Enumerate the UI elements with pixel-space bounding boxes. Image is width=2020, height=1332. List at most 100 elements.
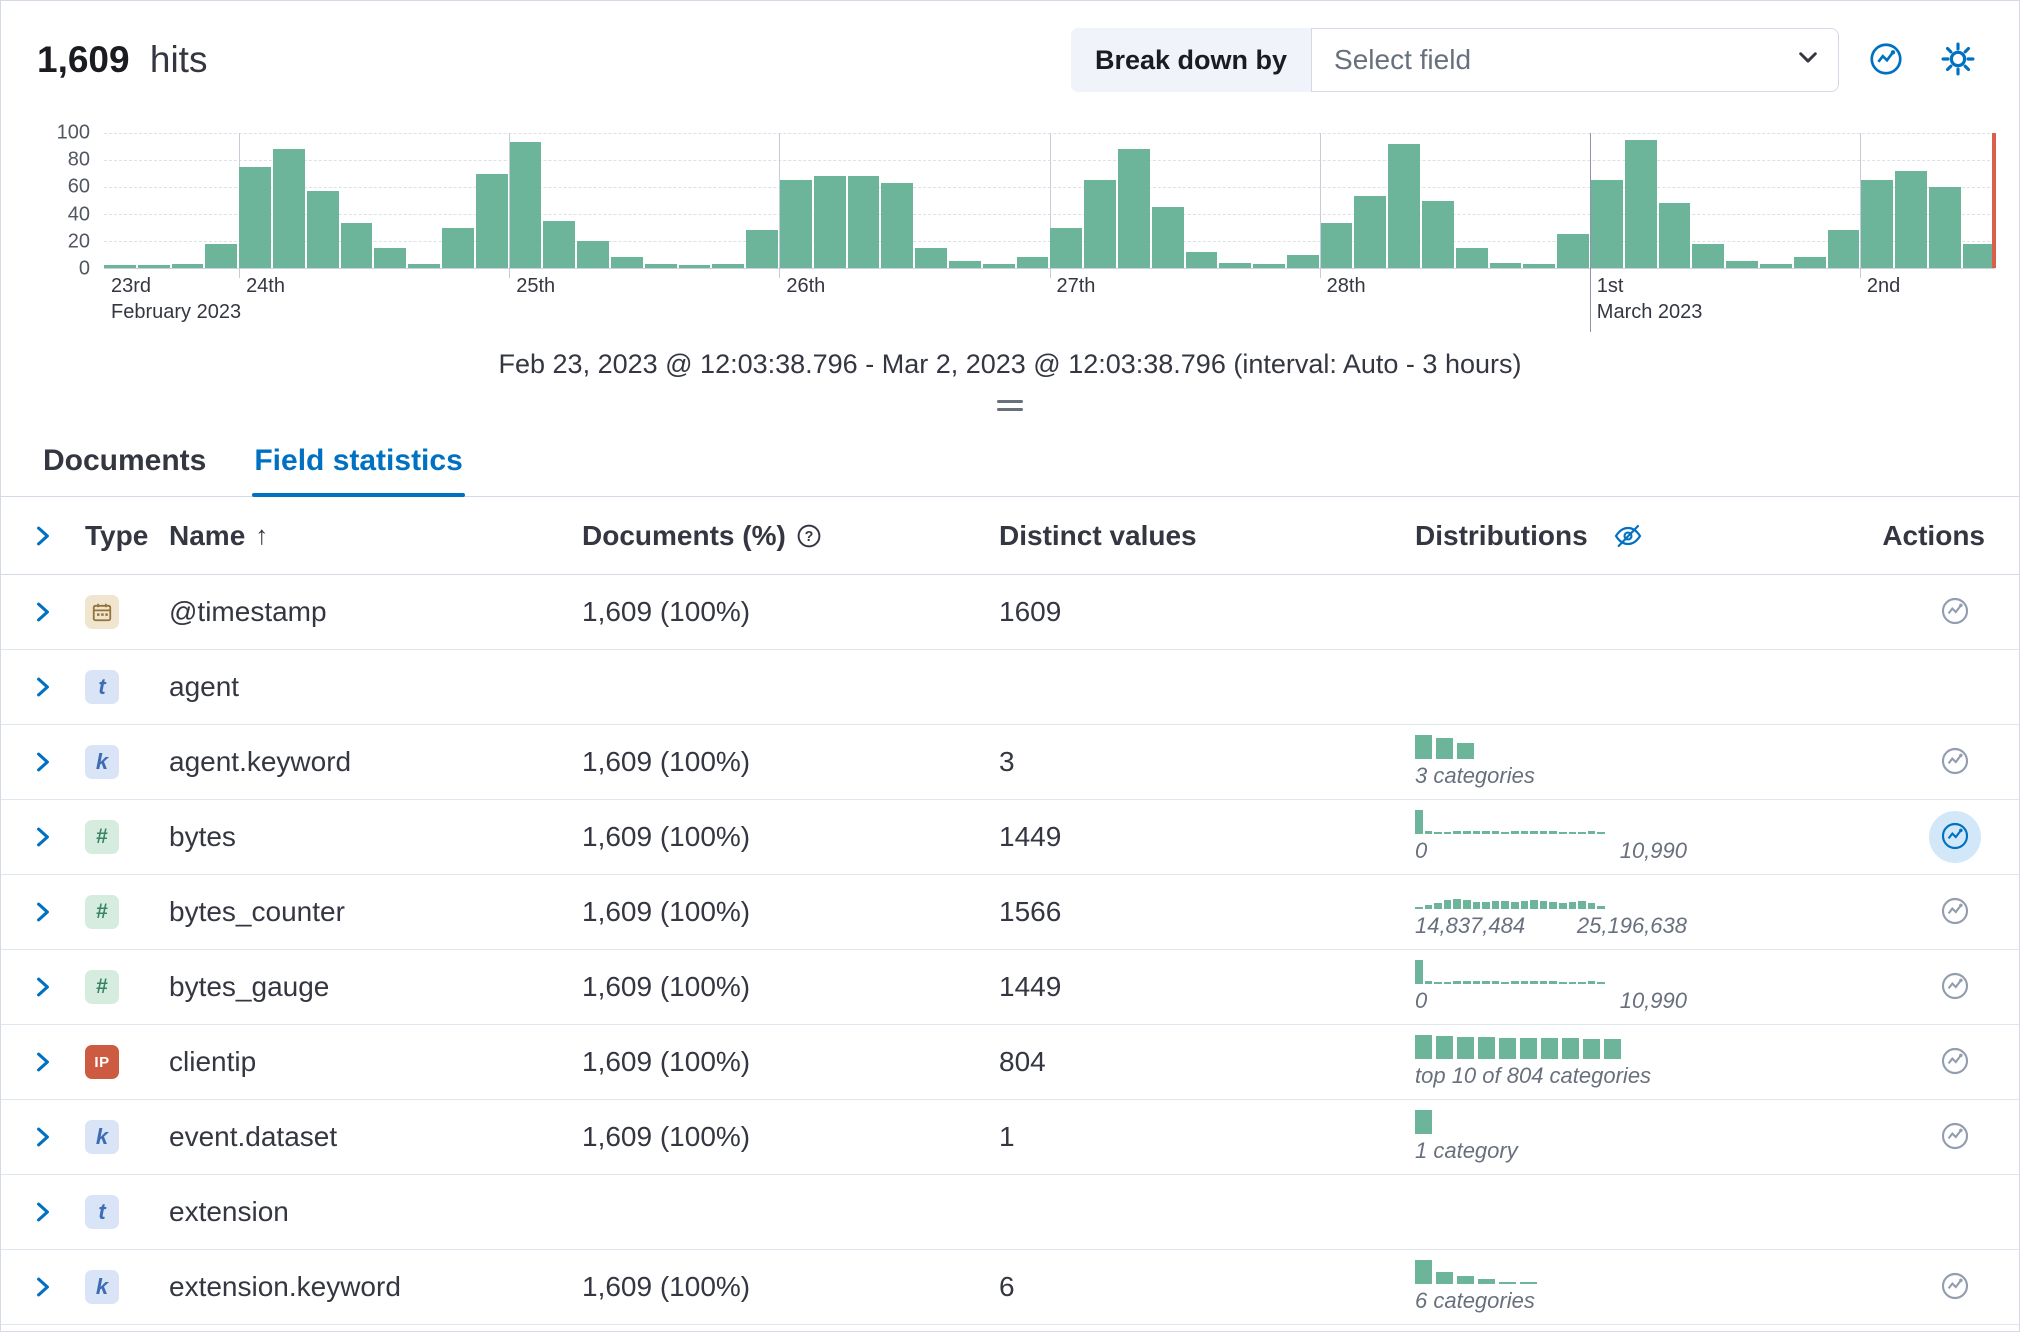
distinct-value: 1449 xyxy=(999,821,1415,853)
histogram-bar[interactable] xyxy=(442,228,474,269)
field-visualize-button[interactable] xyxy=(1929,886,1981,938)
histogram-bar[interactable] xyxy=(1219,263,1251,268)
distribution-category-label: 6 categories xyxy=(1415,1288,1873,1314)
row-expand-chevron[interactable] xyxy=(29,823,85,851)
distribution-bar xyxy=(1425,905,1433,909)
histogram-bar[interactable] xyxy=(1625,140,1657,268)
hits-label: hits xyxy=(150,39,208,80)
histogram-bar[interactable] xyxy=(679,265,711,268)
histogram-bar[interactable] xyxy=(746,230,778,268)
row-expand-chevron[interactable] xyxy=(29,673,85,701)
histogram-bar[interactable] xyxy=(577,241,609,268)
field-visualize-button[interactable] xyxy=(1929,736,1981,788)
panel-resize-handle[interactable] xyxy=(992,396,1028,414)
distinct-value: 1609 xyxy=(999,596,1415,628)
field-visualize-button[interactable] xyxy=(1929,1261,1981,1313)
histogram-bar[interactable] xyxy=(104,265,136,268)
row-expand-chevron[interactable] xyxy=(29,1273,85,1301)
field-visualize-button[interactable] xyxy=(1929,961,1981,1013)
histogram-bar[interactable] xyxy=(712,264,744,268)
hits-count: 1,609 xyxy=(37,39,130,80)
histogram-bar[interactable] xyxy=(1388,144,1420,268)
histogram-bar[interactable] xyxy=(1287,255,1319,269)
histogram-bar[interactable] xyxy=(1591,180,1623,268)
histogram-bar[interactable] xyxy=(273,149,305,268)
histogram-bar[interactable] xyxy=(611,257,643,268)
histogram-bar[interactable] xyxy=(341,223,373,268)
field-type-cell: k xyxy=(85,745,169,779)
histogram-bar[interactable] xyxy=(1963,244,1995,268)
histogram-bar[interactable] xyxy=(1557,234,1589,268)
help-icon[interactable]: ? xyxy=(796,523,822,549)
histogram-bar[interactable] xyxy=(476,174,508,269)
histogram-bar[interactable] xyxy=(408,264,440,268)
row-expand-chevron[interactable] xyxy=(29,748,85,776)
histogram-bar[interactable] xyxy=(1861,180,1893,268)
histogram-bar[interactable] xyxy=(1186,252,1218,268)
histogram-bar[interactable] xyxy=(1659,203,1691,268)
histogram-bar[interactable] xyxy=(1017,257,1049,268)
histogram-bar[interactable] xyxy=(510,142,542,268)
histogram-bar[interactable] xyxy=(1084,180,1116,268)
histogram-bar[interactable] xyxy=(983,264,1015,268)
histogram-bar[interactable] xyxy=(1760,264,1792,268)
histogram-bar[interactable] xyxy=(205,244,237,268)
histogram-bar[interactable] xyxy=(1523,264,1555,268)
histogram-bar[interactable] xyxy=(1354,196,1386,268)
histogram-bar[interactable] xyxy=(1726,261,1758,268)
histogram-bar[interactable] xyxy=(374,248,406,268)
histogram-bar[interactable] xyxy=(780,180,812,268)
field-type-keyword-icon: k xyxy=(85,745,119,779)
breakdown-field-select[interactable]: Select field xyxy=(1312,28,1839,92)
distribution-bar xyxy=(1511,902,1519,909)
histogram-bar[interactable] xyxy=(915,248,947,268)
row-expand-chevron[interactable] xyxy=(29,973,85,1001)
row-expand-chevron[interactable] xyxy=(29,598,85,626)
row-expand-chevron[interactable] xyxy=(29,1048,85,1076)
histogram-bar[interactable] xyxy=(307,191,339,268)
distribution-bar xyxy=(1583,1039,1600,1059)
histogram-bar[interactable] xyxy=(1490,263,1522,268)
histogram-bar[interactable] xyxy=(1692,244,1724,268)
histogram-bar[interactable] xyxy=(1050,228,1082,269)
histogram-bar[interactable] xyxy=(1794,257,1826,268)
field-name: bytes_counter xyxy=(169,896,582,928)
histogram-bar[interactable] xyxy=(848,176,880,268)
histogram-bar[interactable] xyxy=(239,167,271,268)
histogram-bar[interactable] xyxy=(1152,207,1184,268)
chart-options-button[interactable] xyxy=(1861,35,1911,85)
histogram-bar[interactable] xyxy=(949,261,981,268)
histogram-bar[interactable] xyxy=(1321,223,1353,268)
histogram-bar[interactable] xyxy=(1929,187,1961,268)
histogram-bar[interactable] xyxy=(881,183,913,268)
histogram-bar[interactable] xyxy=(1118,149,1150,268)
histogram-bar[interactable] xyxy=(1895,171,1927,268)
visualize-icon xyxy=(1939,1270,1971,1305)
hits-histogram: 100806040200 xyxy=(1,133,2019,269)
histogram-bar[interactable] xyxy=(1828,230,1860,268)
expand-all-chevron[interactable] xyxy=(29,522,85,550)
histogram-bar[interactable] xyxy=(645,264,677,268)
tab-field-statistics[interactable]: Field statistics xyxy=(252,428,464,496)
histogram-bar[interactable] xyxy=(543,221,575,268)
row-expand-chevron[interactable] xyxy=(29,898,85,926)
field-visualize-button[interactable] xyxy=(1929,586,1981,638)
field-visualize-button[interactable] xyxy=(1929,1111,1981,1163)
table-row: @timestamp1,609 (100%)1609 xyxy=(1,575,2019,650)
row-expand-chevron[interactable] xyxy=(29,1198,85,1226)
column-header-name[interactable]: Name ↑ xyxy=(169,520,582,552)
histogram-bar[interactable] xyxy=(138,265,170,268)
histogram-bar[interactable] xyxy=(1422,201,1454,269)
field-visualize-button[interactable] xyxy=(1929,811,1981,863)
tab-documents[interactable]: Documents xyxy=(41,428,208,496)
field-visualize-button[interactable] xyxy=(1929,1036,1981,1088)
settings-button[interactable] xyxy=(1933,35,1983,85)
histogram-bar[interactable] xyxy=(1456,248,1488,268)
histogram-bar[interactable] xyxy=(1253,264,1285,268)
histogram-bar[interactable] xyxy=(172,264,204,268)
hide-distributions-icon[interactable] xyxy=(1612,520,1644,552)
distribution-max-label: 25,196,638 xyxy=(1577,913,1687,939)
row-expand-chevron[interactable] xyxy=(29,1123,85,1151)
distribution-bar xyxy=(1511,981,1519,984)
histogram-bar[interactable] xyxy=(814,176,846,268)
